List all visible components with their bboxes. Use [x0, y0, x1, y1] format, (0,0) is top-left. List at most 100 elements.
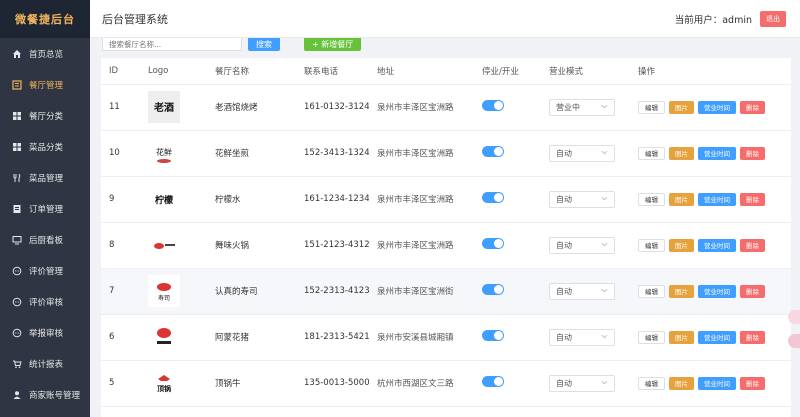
edit-button[interactable]: 编辑	[638, 100, 665, 114]
sidebar-item[interactable]: 订单管理	[0, 193, 90, 224]
business-hours-button[interactable]: 营业时间	[698, 284, 736, 298]
sidebar-item[interactable]: 评价管理	[0, 255, 90, 286]
open-status-switch[interactable]	[482, 376, 504, 387]
cell-open-toggle	[474, 360, 541, 407]
business-hours-button[interactable]: 营业时间	[698, 330, 736, 344]
svg-text:柠檬: 柠檬	[155, 194, 173, 206]
business-mode-select[interactable]: 营业中	[549, 98, 615, 116]
open-status-switch[interactable]	[482, 100, 504, 111]
cell-logo: 花鲜	[140, 130, 207, 177]
cell-name: 柠檬水	[207, 176, 296, 223]
open-status-switch[interactable]	[482, 192, 504, 203]
business-hours-button[interactable]: 营业时间	[698, 192, 736, 206]
business-hours-button[interactable]: 营业时间	[698, 146, 736, 160]
business-hours-button[interactable]: 营业时间	[698, 376, 736, 390]
cell-logo: 柠檬	[140, 176, 207, 223]
business-mode-select[interactable]: 自动	[549, 236, 615, 254]
user-area: 当前用户：admin 退出	[675, 10, 786, 27]
restaurant-logo: 柠檬	[148, 183, 180, 215]
business-mode-select[interactable]: 自动	[549, 374, 615, 392]
search-input[interactable]	[102, 38, 242, 51]
user-icon	[12, 390, 22, 400]
sidebar-item-label: 菜品管理	[29, 173, 64, 184]
business-mode-select[interactable]: 自动	[549, 144, 615, 162]
cell-phone: 135-0013-5000	[296, 360, 369, 407]
business-mode-value: 自动	[556, 332, 572, 342]
floating-widget-icon[interactable]	[788, 310, 800, 324]
logout-button[interactable]: 退出	[760, 10, 786, 27]
restaurant-logo	[148, 321, 180, 353]
cell-actions: 编辑 图片 营业时间 删除	[630, 268, 791, 315]
open-status-switch[interactable]	[482, 284, 504, 295]
image-button[interactable]: 图片	[669, 192, 694, 206]
image-button[interactable]: 图片	[669, 330, 694, 344]
open-status-switch[interactable]	[482, 146, 504, 157]
cell-mode: 营业中	[541, 84, 630, 131]
sidebar-item[interactable]: 评价审核	[0, 286, 90, 317]
sidebar-item[interactable]: 菜品管理	[0, 162, 90, 193]
chat-icon	[12, 328, 22, 338]
cell-id: 10	[101, 130, 140, 177]
floating-widget-icon[interactable]	[788, 334, 800, 348]
open-status-switch[interactable]	[482, 330, 504, 341]
table-row: 5 顶锅 顶锅牛 135-0013-5000 杭州市西湖区文三路 自动 编辑 图片 营业时间 删除	[101, 360, 791, 407]
cell-phone: 181-2313-5421	[296, 314, 369, 361]
delete-button[interactable]: 删除	[740, 238, 765, 252]
image-button[interactable]: 图片	[669, 284, 694, 298]
business-mode-select[interactable]: 自动	[549, 190, 615, 208]
cell-actions: 编辑 图片 营业时间 删除	[630, 176, 791, 223]
delete-button[interactable]: 删除	[740, 146, 765, 160]
cell-address: 泉州市丰泽区宝洲路	[369, 176, 474, 223]
cell-mode: 自动	[541, 360, 630, 407]
sidebar-item[interactable]: 餐厅分类	[0, 100, 90, 131]
open-status-switch[interactable]	[482, 238, 504, 249]
sidebar-item[interactable]: 菜品分类	[0, 131, 90, 162]
cell-name: 舞味火锅	[207, 222, 296, 269]
image-button[interactable]: 图片	[669, 146, 694, 160]
delete-button[interactable]: 删除	[740, 192, 765, 206]
sidebar-item[interactable]: 举报审核	[0, 317, 90, 348]
business-mode-select[interactable]: 自动	[549, 282, 615, 300]
add-restaurant-button[interactable]: + 新增餐厅	[304, 38, 362, 51]
cell-name: 花鲜坐煎	[207, 130, 296, 177]
cell-open-toggle	[474, 268, 541, 315]
image-button[interactable]: 图片	[669, 100, 694, 114]
cell-logo: 老酒	[140, 84, 207, 131]
sidebar-item[interactable]: 后厨看板	[0, 224, 90, 255]
restaurant-logo: 顶锅	[148, 367, 180, 399]
image-button[interactable]: 图片	[669, 376, 694, 390]
business-mode-select[interactable]: 自动	[549, 328, 615, 346]
search-button[interactable]: 搜索	[248, 38, 280, 51]
cell-name: 认真的寿司	[207, 268, 296, 315]
business-hours-button[interactable]: 营业时间	[698, 238, 736, 252]
edit-button[interactable]: 编辑	[638, 284, 665, 298]
chat-icon	[12, 266, 22, 276]
delete-button[interactable]: 删除	[740, 100, 765, 114]
edit-button[interactable]: 编辑	[638, 192, 665, 206]
svg-text:老酒: 老酒	[153, 101, 174, 114]
chevron-down-icon	[601, 103, 608, 112]
svg-text:寿司: 寿司	[158, 294, 170, 302]
delete-button[interactable]: 删除	[740, 376, 765, 390]
sidebar-item[interactable]: 餐厅管理	[0, 69, 90, 100]
top-header: 后台管理系统 当前用户：admin 退出	[90, 0, 800, 38]
sidebar-item[interactable]: 统计报表	[0, 348, 90, 379]
cell-open-toggle	[474, 84, 541, 131]
sidebar-item[interactable]: 商家账号管理	[0, 379, 90, 410]
image-button[interactable]: 图片	[669, 238, 694, 252]
edit-button[interactable]: 编辑	[638, 376, 665, 390]
home-icon	[12, 49, 22, 59]
table-row: 8 舞味火锅 151-2123-4312 泉州市丰泽区宝洲路 自动 编辑 图片 营业时间 删除	[101, 222, 791, 269]
chevron-down-icon	[601, 287, 608, 296]
delete-button[interactable]: 删除	[740, 330, 765, 344]
sidebar-item[interactable]: 首页总览	[0, 38, 90, 69]
cell-id: 8	[101, 222, 140, 269]
business-hours-button[interactable]: 营业时间	[698, 100, 736, 114]
edit-button[interactable]: 编辑	[638, 330, 665, 344]
edit-button[interactable]: 编辑	[638, 238, 665, 252]
delete-button[interactable]: 删除	[740, 284, 765, 298]
utensils-icon	[12, 173, 22, 183]
edit-button[interactable]: 编辑	[638, 146, 665, 160]
cell-mode: 自动	[541, 130, 630, 177]
column-header: 地址	[369, 58, 474, 85]
